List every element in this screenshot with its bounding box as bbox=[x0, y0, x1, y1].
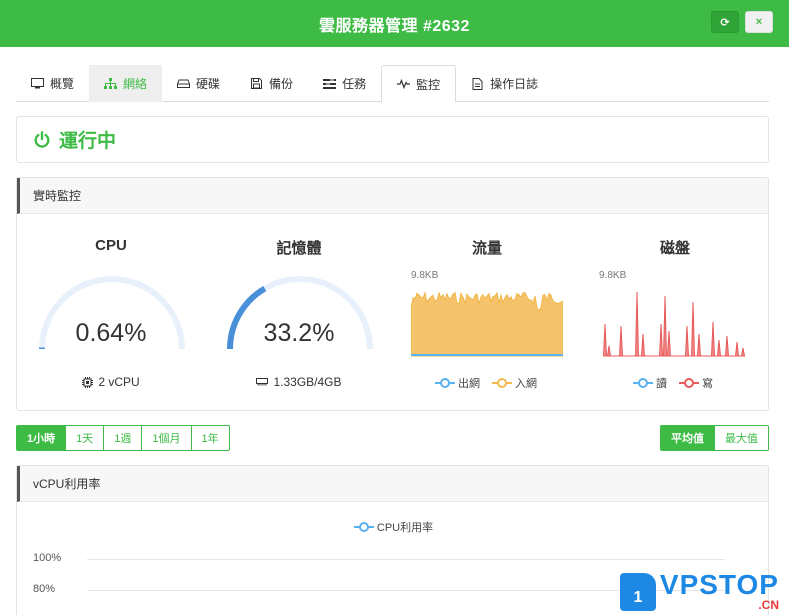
legend-item-read[interactable]: 讀 bbox=[633, 375, 667, 391]
tab-label: 監控 bbox=[416, 77, 441, 92]
legend-label: 出網 bbox=[458, 378, 480, 390]
read-marker bbox=[633, 378, 653, 388]
traffic-ymax: 9.8KB bbox=[411, 270, 439, 281]
ytick-80: 80% bbox=[33, 583, 56, 595]
file-icon bbox=[472, 77, 483, 90]
tab-monitoring[interactable]: 監控 bbox=[381, 65, 457, 103]
dialog-title: 雲服務器管理 #2632 bbox=[319, 17, 470, 35]
monitor-icon bbox=[31, 78, 44, 89]
tab-label: 概覽 bbox=[50, 77, 75, 91]
traffic-in-area bbox=[411, 291, 563, 357]
refresh-icon: ⟳ bbox=[720, 16, 730, 29]
disk-title: 磁盤 bbox=[659, 240, 690, 257]
realtime-monitor-panel: 實時監控 CPU 0.64% 2 vCPU 記憶體 33.2% 1.33GB/4… bbox=[16, 177, 769, 411]
sitemap-icon bbox=[104, 78, 118, 89]
agg-average[interactable]: 平均值 bbox=[660, 425, 715, 451]
server-status: 運行中 bbox=[16, 116, 769, 163]
watermark-sub: .CN bbox=[758, 598, 779, 612]
traffic-chart bbox=[411, 291, 563, 357]
ytick-100: 100% bbox=[33, 552, 62, 564]
disk-chart bbox=[603, 291, 745, 357]
close-button[interactable]: × bbox=[745, 11, 773, 33]
refresh-button[interactable]: ⟳ bbox=[711, 11, 739, 33]
close-icon: × bbox=[755, 16, 763, 28]
range-1-year[interactable]: 1年 bbox=[191, 425, 230, 451]
outbound-marker bbox=[435, 378, 455, 388]
range-1-month[interactable]: 1個月 bbox=[142, 425, 192, 451]
disk-legend: 讀 寫 bbox=[633, 375, 713, 391]
legend-label: CPU利用率 bbox=[376, 522, 434, 534]
disk-write-area bbox=[603, 291, 745, 357]
hdd-icon bbox=[177, 79, 191, 88]
tab-label: 網絡 bbox=[123, 77, 148, 91]
memory-usage: 1.33GB/4GB bbox=[273, 375, 342, 389]
panel-title: vCPU利用率 bbox=[17, 466, 768, 502]
header-actions: ⟳ × bbox=[711, 11, 773, 33]
gridline bbox=[87, 559, 725, 560]
traffic-title: 流量 bbox=[471, 240, 502, 257]
watermark-text: VPSTOP .CN bbox=[659, 569, 779, 612]
traffic-legend: 出網 入網 bbox=[435, 375, 537, 391]
write-marker bbox=[679, 378, 699, 388]
tab-tasks[interactable]: 任務 bbox=[308, 65, 381, 102]
tab-backup[interactable]: 備份 bbox=[235, 65, 308, 102]
memory-title: 記憶體 bbox=[276, 240, 322, 257]
tab-disk[interactable]: 硬碟 bbox=[162, 65, 235, 102]
cpu-title: CPU bbox=[95, 237, 127, 254]
legend-label: 讀 bbox=[656, 378, 667, 390]
chip-icon bbox=[82, 376, 94, 388]
agg-maximum[interactable]: 最大值 bbox=[715, 425, 769, 451]
time-range-group: 1小時 1天 1週 1個月 1年 bbox=[16, 425, 230, 451]
aggregation-group: 平均值 最大值 bbox=[660, 425, 769, 451]
memory-foot: 1.33GB/4GB bbox=[209, 375, 389, 389]
tab-overview[interactable]: 概覽 bbox=[16, 65, 89, 102]
watermark-main: VPSTOP bbox=[659, 569, 779, 600]
vpstop-watermark: 1 VPSTOP .CN bbox=[619, 569, 779, 612]
traffic-out-line bbox=[411, 354, 563, 356]
range-1-week[interactable]: 1週 bbox=[104, 425, 143, 451]
legend-item-cpu-usage[interactable]: CPU利用率 bbox=[353, 519, 434, 535]
tab-operation-log[interactable]: 操作日誌 bbox=[456, 65, 553, 102]
memory-icon bbox=[256, 378, 269, 386]
memory-value: 33.2% bbox=[263, 319, 335, 347]
cpu-count: 2 vCPU bbox=[98, 375, 140, 389]
cpu-usage-marker bbox=[353, 522, 374, 532]
range-1-day[interactable]: 1天 bbox=[66, 425, 105, 451]
floppy-icon bbox=[251, 78, 263, 89]
watermark-badge: 1 bbox=[619, 573, 656, 611]
tab-bar: 概覽 網絡 硬碟 備份 任務 監控 操作日誌 bbox=[16, 65, 769, 103]
inbound-marker bbox=[492, 378, 512, 388]
status-text: 運行中 bbox=[59, 131, 117, 152]
legend-label: 寫 bbox=[702, 378, 713, 390]
range-1-hour[interactable]: 1小時 bbox=[16, 425, 67, 451]
vcpu-legend: CPU利用率 bbox=[17, 519, 770, 535]
dialog-header: 雲服務器管理 #2632 ⟳ × bbox=[0, 0, 789, 47]
power-icon bbox=[34, 130, 50, 148]
tasks-icon bbox=[323, 78, 337, 89]
cpu-foot: 2 vCPU bbox=[21, 375, 201, 389]
cpu-value: 0.64% bbox=[75, 319, 147, 347]
tab-label: 操作日誌 bbox=[490, 77, 539, 91]
legend-item-outbound[interactable]: 出網 bbox=[435, 375, 480, 391]
tab-label: 備份 bbox=[269, 77, 294, 91]
legend-item-inbound[interactable]: 入網 bbox=[492, 375, 537, 391]
legend-label: 入網 bbox=[515, 378, 537, 390]
panel-title: 實時監控 bbox=[17, 178, 768, 214]
legend-item-write[interactable]: 寫 bbox=[679, 375, 713, 391]
disk-ymax: 9.8KB bbox=[599, 270, 627, 281]
tab-label: 任務 bbox=[342, 77, 367, 91]
tab-label: 硬碟 bbox=[196, 77, 221, 91]
pulse-icon bbox=[397, 79, 411, 89]
tab-network[interactable]: 網絡 bbox=[89, 65, 163, 102]
